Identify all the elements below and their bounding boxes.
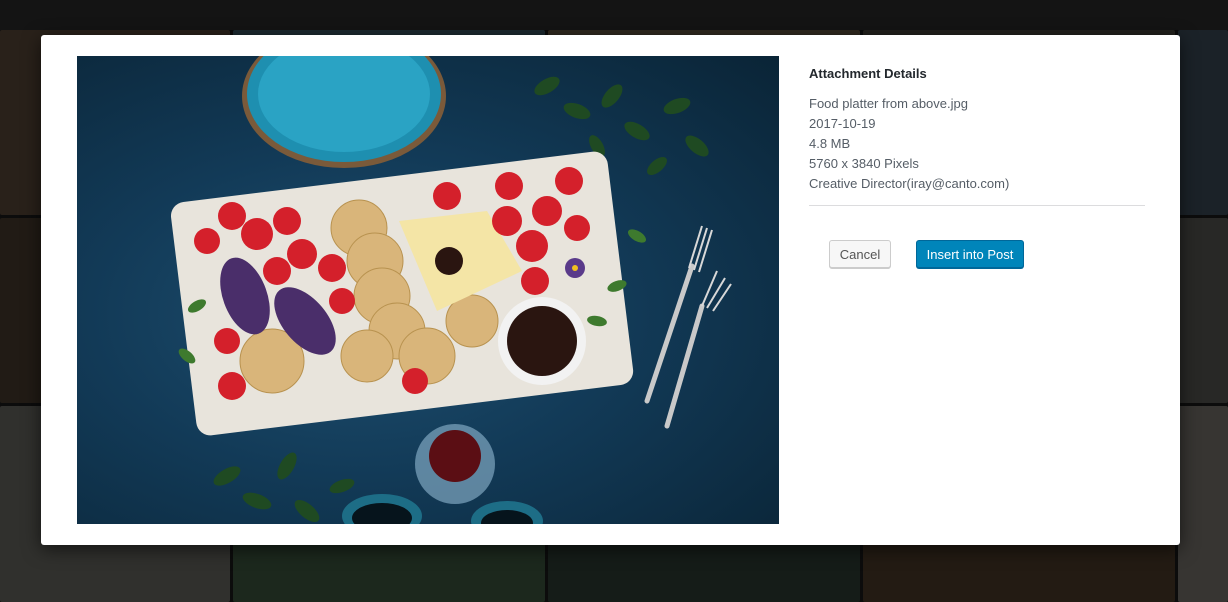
attachment-date: 2017-10-19 [809, 116, 876, 131]
attachment-author: Creative Director(iray@canto.com) [809, 176, 1010, 191]
attachment-details-modal: Attachment Details Food platter from abo… [41, 35, 1180, 545]
details-heading: Attachment Details [809, 66, 927, 81]
food-platter-illustration [170, 56, 732, 524]
cancel-button[interactable]: Cancel [829, 240, 891, 268]
insert-into-post-button[interactable]: Insert into Post [916, 240, 1024, 268]
attachment-details-panel: Attachment Details Food platter from abo… [809, 66, 1145, 206]
attachment-filesize: 4.8 MB [809, 136, 851, 151]
attachment-metadata: Food platter from above.jpg 2017-10-19 4… [809, 94, 1145, 194]
attachment-dimensions: 5760 x 3840 Pixels [809, 156, 919, 171]
details-divider [809, 205, 1145, 206]
attachment-filename: Food platter from above.jpg [809, 96, 968, 111]
attachment-preview-image [77, 56, 779, 524]
